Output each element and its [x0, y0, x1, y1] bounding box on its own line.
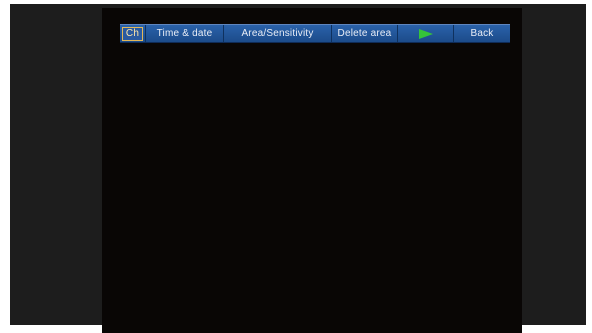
menu-item-area-sensitivity-label: Area/Sensitivity [241, 28, 314, 39]
menu-item-back-label: Back [470, 28, 494, 39]
menu-item-ch[interactable]: Ch [120, 25, 146, 42]
menu-item-delete-area[interactable]: Delete area [332, 25, 398, 42]
menu-item-back[interactable]: Back [454, 25, 510, 42]
menu-item-ch-label: Ch [121, 26, 144, 41]
menu-item-time-date[interactable]: Time & date [146, 25, 224, 42]
play-arrow-icon [418, 28, 433, 39]
menu-item-play[interactable] [398, 25, 454, 42]
menu-item-delete-area-label: Delete area [337, 28, 392, 39]
monitor-frame: Ch Time & date Area/Sensitivity Delete a… [10, 4, 586, 333]
menu-item-area-sensitivity[interactable]: Area/Sensitivity [224, 25, 332, 42]
video-screen: Ch Time & date Area/Sensitivity Delete a… [102, 8, 522, 333]
menu-bar: Ch Time & date Area/Sensitivity Delete a… [120, 24, 510, 43]
menu-item-time-date-label: Time & date [156, 28, 213, 39]
